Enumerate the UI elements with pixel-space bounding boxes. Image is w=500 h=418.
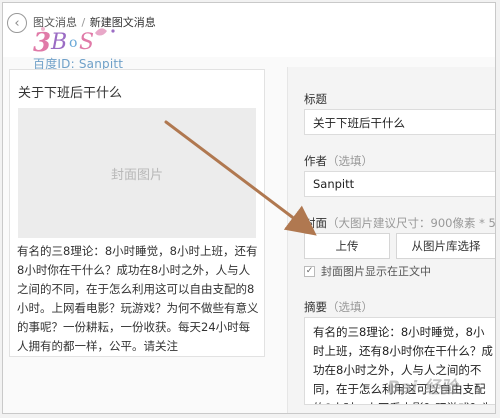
title-label: 标题 (304, 92, 327, 106)
cover-image-placeholder: 封面图片 (18, 108, 256, 238)
show-cover-checkbox[interactable]: ✓ (304, 265, 315, 277)
back-icon[interactable]: ‹ (7, 13, 27, 33)
author-label: 作者（选填） (304, 154, 373, 168)
top-bar: ‹ 图文消息 / 新建图文消息 3 B o S 百度ID: Sanpitt (3, 3, 495, 71)
upload-button[interactable]: 上传 (304, 233, 390, 259)
author-input[interactable]: Sanpitt (304, 171, 495, 197)
watermark-baidu-jingyan: Bai 经验 (387, 378, 458, 398)
watermark-logo: 3 B o S (33, 27, 115, 57)
cover-label: 封面（大图片建议尺寸：900像素 * 50 (304, 215, 496, 231)
svg-text:3: 3 (33, 28, 51, 57)
show-cover-option[interactable]: ✓ 封面图片显示在正文中 (304, 263, 431, 279)
author-hint: （选填） (327, 154, 373, 168)
summary-label: 摘要（选填） (304, 300, 373, 314)
svg-text:S: S (79, 30, 94, 55)
cover-placeholder-label: 封面图片 (110, 167, 163, 183)
preview-title: 关于下班后干什么 (18, 86, 123, 101)
select-from-library-button[interactable]: 从图片库选择 (396, 233, 495, 259)
summary-hint: （选填） (327, 300, 373, 314)
app-frame: ‹ 图文消息 / 新建图文消息 3 B o S 百度ID: Sanpitt 关于… (2, 2, 496, 414)
preview-summary: 有名的三8理论：8小时睡觉，8小时上班，还有8小时你在干什么？成功在8小时之外，… (17, 244, 259, 353)
svg-text:o: o (69, 35, 77, 51)
article-preview-card[interactable]: 关于下班后干什么 封面图片 有名的三8理论：8小时睡觉，8小时上班，还有8小时你… (9, 69, 265, 357)
svg-text:B: B (50, 30, 67, 55)
show-cover-label: 封面图片显示在正文中 (321, 265, 431, 278)
cover-size-hint: （大图片建议尺寸：900像素 * 50 (327, 216, 496, 230)
title-input[interactable]: 关于下班后干什么 (304, 109, 495, 135)
article-editor-panel: 标题 关于下班后干什么 作者（选填） Sanpitt 封面（大图片建议尺寸：90… (287, 67, 496, 413)
